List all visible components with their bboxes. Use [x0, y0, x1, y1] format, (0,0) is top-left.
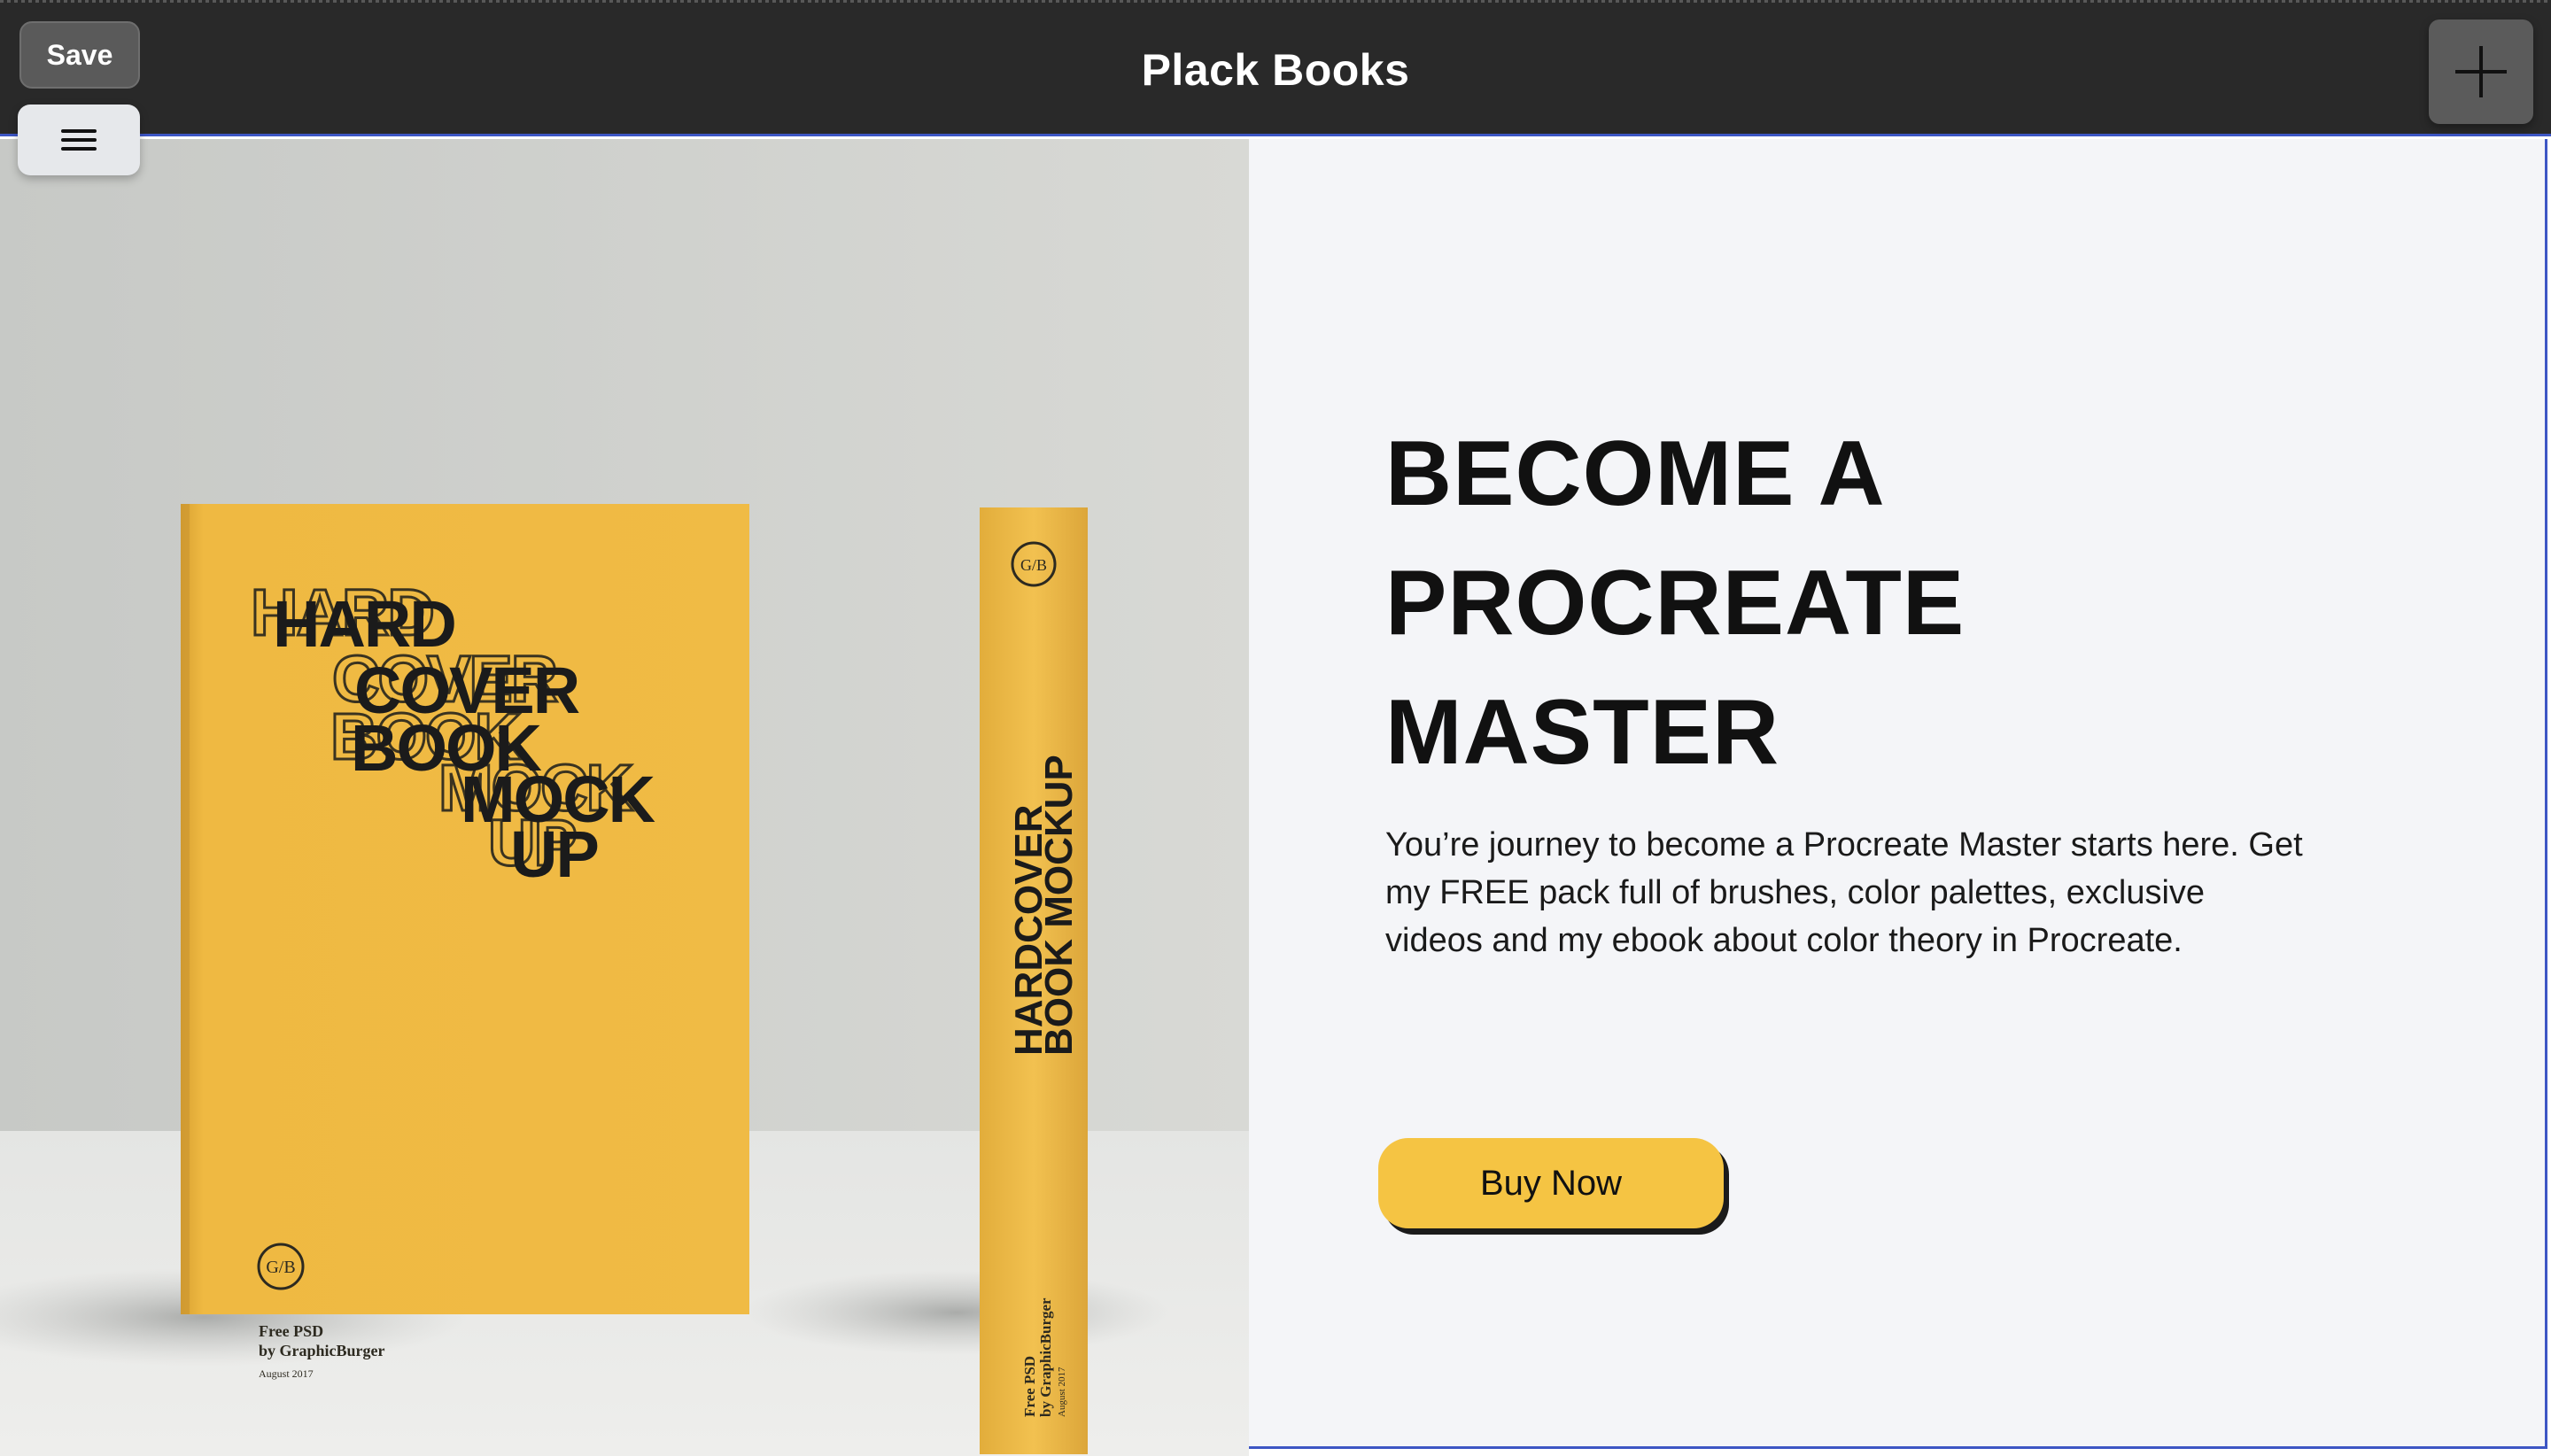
hero-content: BECOME A PROCREATE MASTER You’re journey… [1249, 139, 2547, 1449]
book-date: August 2017 [259, 1367, 314, 1380]
spine-logo-text: G/B [1020, 556, 1047, 574]
book-credit-1: Free PSD [259, 1322, 323, 1340]
headline-line-3: MASTER [1385, 681, 1780, 784]
book-title-line-5: UP [510, 817, 598, 891]
book-title-line-1: HARD [273, 587, 455, 661]
buy-now-button[interactable]: Buy Now [1378, 1138, 1724, 1228]
spine-credit-2: by GraphicBurger [1037, 1297, 1054, 1417]
headline-line-2: PROCREATE [1385, 552, 1966, 654]
topbar-dashed-edge [0, 0, 2551, 3]
spine-credit-1: Free PSD [1021, 1356, 1038, 1417]
hamburger-menu-icon [61, 129, 97, 151]
app-title: Plack Books [1141, 45, 1410, 95]
hero-description: You’re journey to become a Procreate Mas… [1385, 826, 2303, 959]
headline-line-1: BECOME A [1385, 422, 1886, 525]
plus-icon [2455, 46, 2507, 97]
book-credit-2: by GraphicBurger [259, 1342, 385, 1359]
menu-button[interactable] [18, 105, 140, 175]
spine-title-2: BOOK MOCKUP [1037, 755, 1081, 1056]
top-bar: Save Plack Books [0, 0, 2551, 136]
hero-image: HARD COVER BOOK MOCK UP HARD COVER BOOK … [0, 139, 1249, 1456]
add-button[interactable] [2429, 19, 2533, 124]
book-logo-text: G/B [266, 1258, 295, 1277]
spine-date: August 2017 [1057, 1367, 1067, 1417]
book-mockup-image: HARD COVER BOOK MOCK UP HARD COVER BOOK … [0, 139, 1249, 1456]
hero-headline: BECOME A PROCREATE MASTER [1385, 409, 2360, 797]
